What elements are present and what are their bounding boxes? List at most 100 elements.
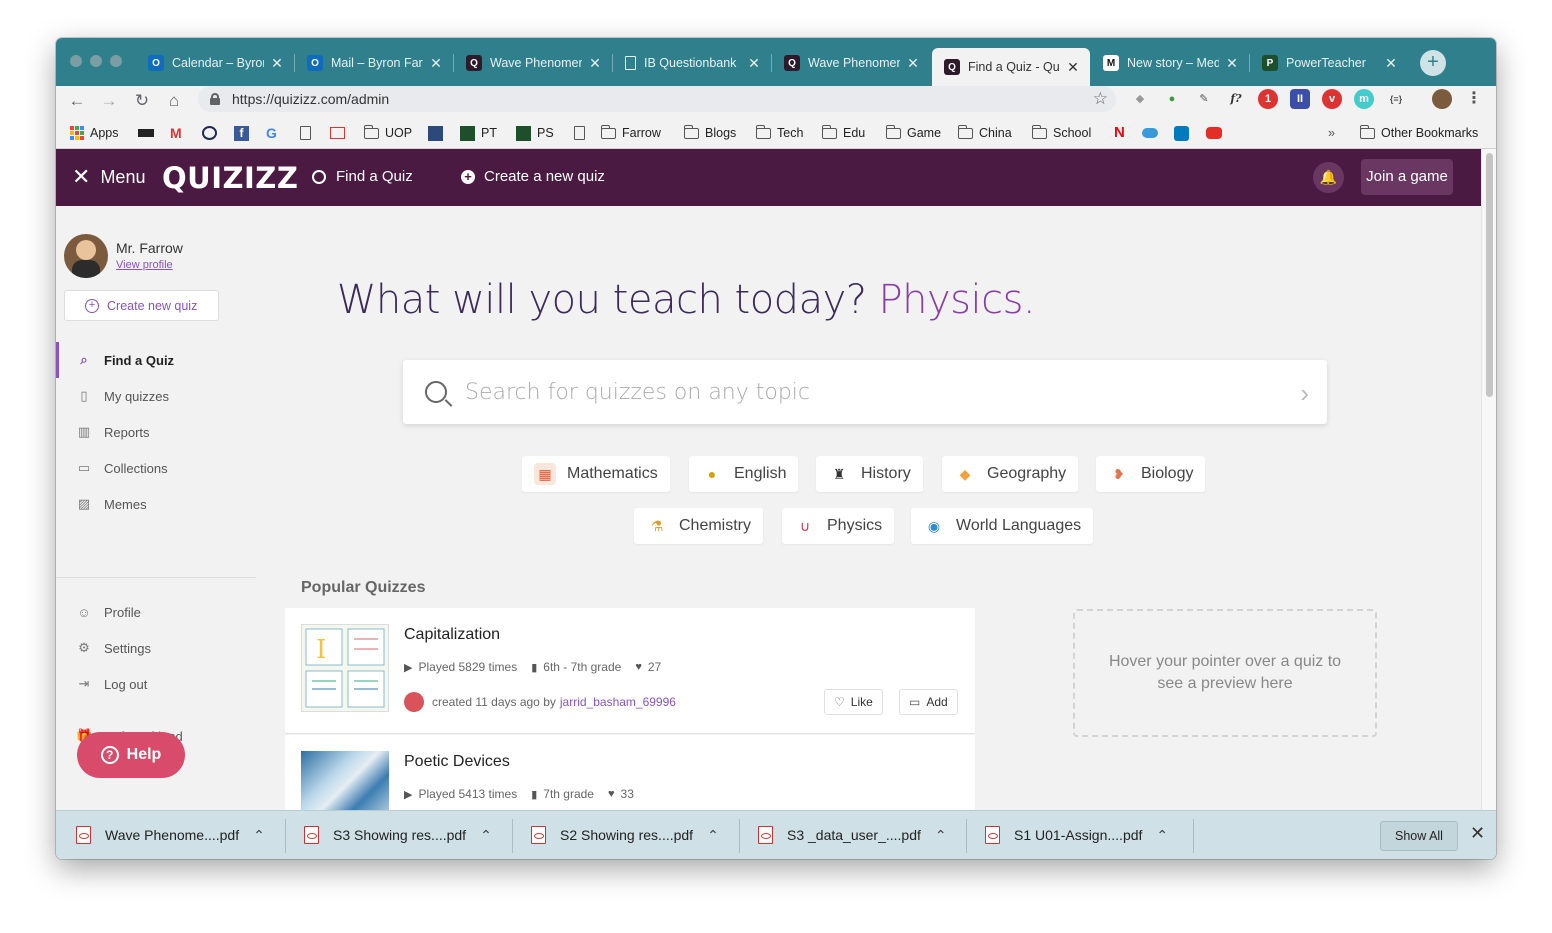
tab-close-icon[interactable]: ✕ bbox=[906, 55, 920, 72]
bookmark-star-icon[interactable]: ☆ bbox=[1093, 89, 1108, 109]
show-all-downloads-button[interactable]: Show All bbox=[1380, 821, 1458, 851]
sidebar-item-settings[interactable]: ⚙ Settings bbox=[56, 630, 256, 666]
add-button[interactable]: ▭ Add bbox=[899, 689, 958, 715]
formula-icon[interactable]: f? bbox=[1226, 89, 1246, 109]
bookmark-page-2[interactable] bbox=[574, 124, 591, 142]
eyedropper-icon[interactable]: ✎ bbox=[1194, 89, 1214, 109]
bookmark-pt[interactable]: PT bbox=[460, 124, 497, 142]
extension-drive-icon[interactable]: ◆ bbox=[1130, 89, 1150, 109]
tab-close-icon[interactable]: ✕ bbox=[1066, 59, 1080, 76]
download-item[interactable]: Wave Phenome....pdf ⌃ bbox=[56, 811, 284, 859]
bookmark-folder-farrow[interactable]: Farrow bbox=[600, 124, 661, 142]
search-input[interactable] bbox=[465, 379, 1245, 405]
scrollbar-thumb[interactable] bbox=[1486, 153, 1493, 397]
sidebar-item-my-quizzes[interactable]: ▯ My quizzes bbox=[56, 378, 256, 414]
tab-wave-phenomena-2[interactable]: Q Wave Phenomen ✕ bbox=[772, 48, 930, 78]
avatar[interactable] bbox=[64, 234, 108, 278]
home-icon[interactable]: ⌂ bbox=[163, 90, 185, 112]
tab-wave-phenomena-1[interactable]: Q Wave Phenomen ✕ bbox=[454, 48, 612, 78]
bookmark-folder-uop[interactable]: UOP bbox=[363, 124, 412, 142]
bookmark-netflix[interactable]: N bbox=[1114, 124, 1130, 142]
bookmark-bbc[interactable] bbox=[138, 124, 160, 142]
m-extension-icon[interactable]: m bbox=[1354, 89, 1374, 109]
download-item[interactable]: S3 Showing res....pdf ⌃ bbox=[284, 811, 512, 859]
subject-chip-geography[interactable]: ◆ Geography bbox=[942, 456, 1079, 492]
window-minimize-dot[interactable] bbox=[90, 55, 102, 67]
chevron-up-icon[interactable]: ⌃ bbox=[935, 827, 947, 844]
subject-chip-mathematics[interactable]: ▦ Mathematics bbox=[522, 456, 670, 492]
bookmark-trello[interactable] bbox=[1174, 124, 1195, 142]
bookmark-circle[interactable] bbox=[202, 124, 223, 142]
bookmark-mail[interactable] bbox=[330, 124, 351, 142]
bookmark-page[interactable] bbox=[300, 124, 317, 142]
close-icon[interactable]: ✕ bbox=[1470, 823, 1485, 844]
join-game-button[interactable]: Join a game bbox=[1361, 159, 1453, 195]
reload-icon[interactable]: ↻ bbox=[131, 90, 153, 112]
quizizz-logo[interactable]: QUIZIZZ bbox=[162, 161, 298, 195]
new-tab-button[interactable]: + bbox=[1420, 50, 1446, 76]
notification-bell-icon[interactable]: 🔔 bbox=[1313, 162, 1344, 193]
bookmark-gmail[interactable]: M bbox=[170, 124, 192, 142]
tab-close-icon[interactable]: ✕ bbox=[588, 55, 602, 72]
tab-find-a-quiz[interactable]: Q Find a Quiz - Qui ✕ bbox=[932, 48, 1090, 86]
help-button[interactable]: ? Help bbox=[77, 732, 185, 778]
quiz-search-box[interactable]: › bbox=[403, 360, 1327, 424]
bookmark-facebook[interactable]: f bbox=[234, 124, 255, 142]
lastpass-icon[interactable]: 1 bbox=[1258, 89, 1278, 109]
bookmark-folder-game[interactable]: Game bbox=[885, 124, 941, 142]
download-item[interactable]: S2 Showing res....pdf ⌃ bbox=[511, 811, 739, 859]
chevron-up-icon[interactable]: ⌃ bbox=[707, 827, 719, 844]
sidebar-item-profile[interactable]: ☺ Profile bbox=[56, 594, 256, 630]
sidebar-item-memes[interactable]: ▨ Memes bbox=[56, 486, 256, 522]
quiz-card[interactable]: Poetic Devices ▶ Played 5413 times ▮ 7th g… bbox=[285, 735, 975, 810]
subject-chip-english[interactable]: ● English bbox=[689, 456, 799, 492]
page-scrollbar[interactable] bbox=[1481, 149, 1496, 810]
bookmark-folder-edu[interactable]: Edu bbox=[821, 124, 865, 142]
bookmark-folder-blogs[interactable]: Blogs bbox=[683, 124, 736, 142]
tab-powerteacher[interactable]: P PowerTeacher ✕ bbox=[1250, 48, 1408, 78]
subject-chip-biology[interactable]: ❥ Biology bbox=[1096, 456, 1206, 492]
subject-chip-physics[interactable]: ∪ Physics bbox=[782, 508, 895, 544]
author-link[interactable]: jarrid_basham_69996 bbox=[560, 695, 676, 709]
tab-close-icon[interactable]: ✕ bbox=[747, 55, 761, 72]
quiz-title[interactable]: Capitalization bbox=[404, 626, 500, 644]
bookmark-apps[interactable]: Apps bbox=[70, 124, 119, 142]
window-close-dot[interactable] bbox=[70, 55, 82, 67]
bookmark-cloud[interactable] bbox=[1142, 124, 1164, 142]
tab-calendar[interactable]: O Calendar – Byron ✕ bbox=[136, 48, 294, 78]
profile-avatar-icon[interactable] bbox=[1432, 89, 1452, 109]
quiz-title[interactable]: Poetic Devices bbox=[404, 753, 510, 771]
subject-chip-chemistry[interactable]: ⚗ Chemistry bbox=[634, 508, 764, 544]
evernote-icon[interactable]: ● bbox=[1162, 89, 1182, 109]
find-quiz-link[interactable]: Find a Quiz bbox=[312, 168, 413, 185]
extension-ii-icon[interactable]: II bbox=[1290, 89, 1310, 109]
bookmark-folder-school[interactable]: School bbox=[1031, 124, 1091, 142]
bookmark-ps[interactable]: PS bbox=[516, 124, 554, 142]
bookmark-puzzle[interactable] bbox=[428, 124, 449, 142]
json-icon[interactable]: {≡} bbox=[1386, 89, 1406, 109]
kebab-menu-icon[interactable]: ⋮ bbox=[1464, 89, 1484, 109]
create-quiz-link[interactable]: + Create a new quiz bbox=[461, 168, 605, 185]
sidebar-item-find-a-quiz[interactable]: ⌕ Find a Quiz bbox=[56, 342, 256, 378]
tab-mail[interactable]: O Mail – Byron Farr ✕ bbox=[295, 48, 453, 78]
chevron-right-icon[interactable]: › bbox=[1300, 378, 1309, 409]
quiz-card[interactable]: I Capitalization ▶ Played 5829 times ▮ 6th… bbox=[285, 608, 975, 734]
subject-chip-world-languages[interactable]: ◉ World Languages bbox=[911, 508, 1094, 544]
like-button[interactable]: ♡ Like bbox=[824, 689, 883, 715]
bookmark-folder-tech[interactable]: Tech bbox=[755, 124, 803, 142]
address-bar[interactable]: https://quizizz.com/admin ☆ bbox=[198, 86, 1116, 112]
bookmark-youtube[interactable] bbox=[1206, 124, 1228, 142]
window-zoom-dot[interactable] bbox=[110, 55, 122, 67]
menu-button[interactable]: ✕ Menu bbox=[72, 166, 145, 188]
vivaldi-icon[interactable]: v bbox=[1322, 89, 1342, 109]
bookmark-google[interactable]: G bbox=[266, 124, 288, 142]
tab-close-icon[interactable]: ✕ bbox=[1225, 55, 1239, 72]
sidebar-item-reports[interactable]: ▥ Reports bbox=[56, 414, 256, 450]
chevron-up-icon[interactable]: ⌃ bbox=[253, 827, 265, 844]
sidebar-item-log-out[interactable]: ⇥ Log out bbox=[56, 666, 256, 702]
tab-close-icon[interactable]: ✕ bbox=[1384, 55, 1398, 72]
view-profile-link[interactable]: View profile bbox=[116, 259, 173, 271]
tab-medium[interactable]: M New story – Med ✕ bbox=[1091, 48, 1249, 78]
tab-close-icon[interactable]: ✕ bbox=[429, 55, 443, 72]
bookmark-folder-china[interactable]: China bbox=[957, 124, 1012, 142]
